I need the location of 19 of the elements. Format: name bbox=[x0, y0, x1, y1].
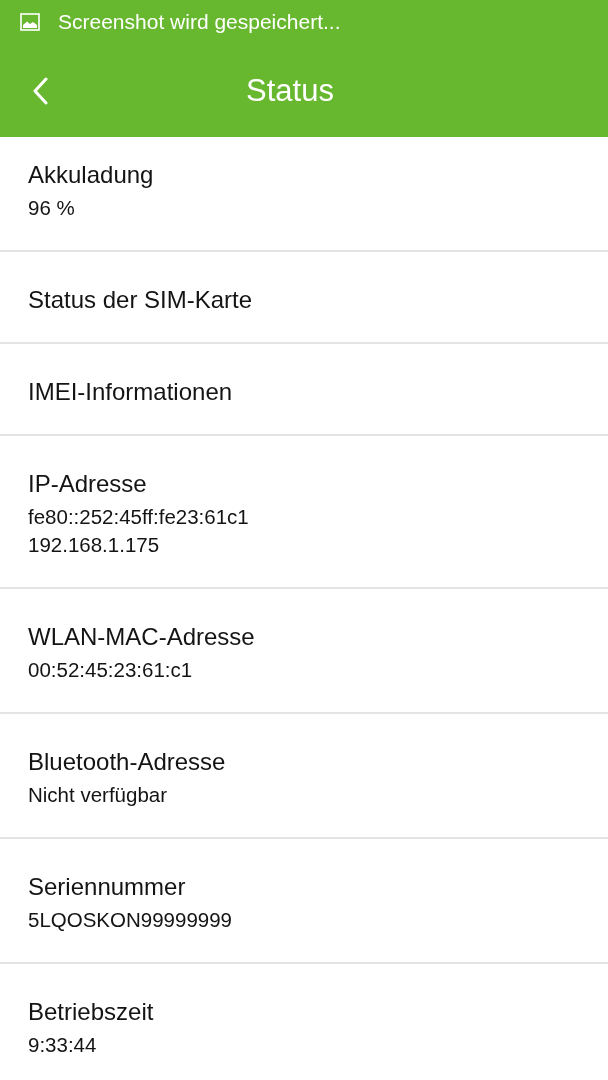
row-value: 96 % bbox=[28, 195, 76, 221]
row-title: Betriebszeit bbox=[28, 997, 155, 1027]
row-title: Seriennummer bbox=[28, 872, 187, 902]
row-title: Status der SIM-Karte bbox=[28, 285, 254, 315]
chevron-left-icon bbox=[32, 76, 48, 105]
row-title: Akkuladung bbox=[28, 160, 155, 190]
row-title: IMEI-Informationen bbox=[28, 377, 234, 407]
row-title: IP-Adresse bbox=[28, 469, 148, 499]
row-value: 5LQOSKON99999999 bbox=[28, 907, 233, 933]
row-title: WLAN-MAC-Adresse bbox=[28, 622, 256, 652]
row-value: 00:52:45:23:61:c1 bbox=[28, 657, 194, 683]
row-value: 192.168.1.175 bbox=[28, 532, 161, 558]
row-value: Nicht verfügbar bbox=[28, 782, 168, 808]
row-title: Bluetooth-Adresse bbox=[28, 747, 227, 777]
notification-text: Screenshot wird gespeichert... bbox=[58, 9, 341, 35]
row-value: 9:33:44 bbox=[28, 1032, 98, 1058]
screen-title: Status bbox=[246, 72, 334, 108]
row-value: fe80::252:45ff:fe23:61c1 bbox=[28, 504, 250, 530]
image-icon bbox=[20, 13, 40, 31]
